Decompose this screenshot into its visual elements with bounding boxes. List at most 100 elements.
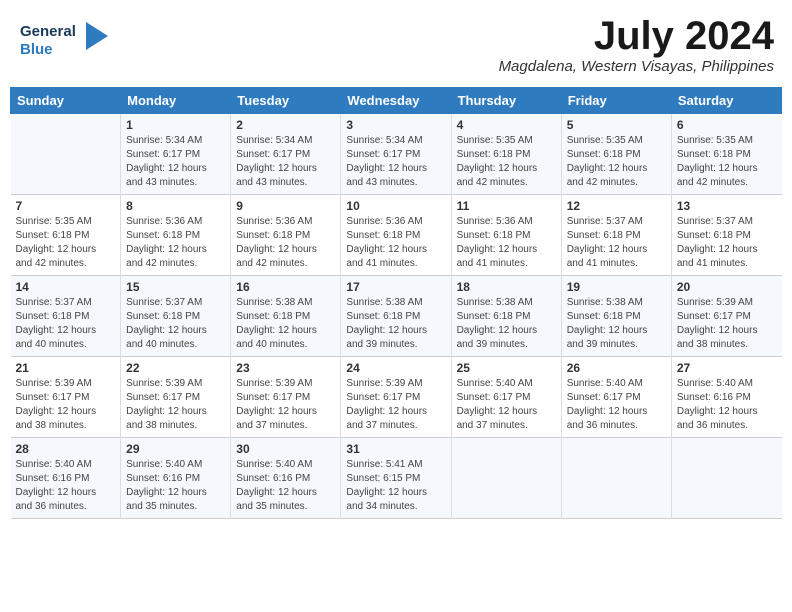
calendar-cell: 22 Sunrise: 5:39 AMSunset: 6:17 PMDayligh… (121, 357, 231, 438)
day-number: 12 (567, 199, 666, 213)
day-number: 10 (346, 199, 445, 213)
day-number: 11 (457, 199, 556, 213)
calendar-cell: 16 Sunrise: 5:38 AMSunset: 6:18 PMDayligh… (231, 276, 341, 357)
calendar-header: SundayMondayTuesdayWednesdayThursdayFrid… (11, 88, 782, 114)
day-info: Sunrise: 5:40 AMSunset: 6:16 PMDaylight:… (677, 377, 777, 433)
logo: General Blue (18, 14, 108, 63)
calendar-cell: 3 Sunrise: 5:34 AMSunset: 6:17 PMDaylight… (341, 114, 451, 195)
day-info: Sunrise: 5:40 AMSunset: 6:17 PMDaylight:… (457, 377, 556, 433)
day-info: Sunrise: 5:40 AMSunset: 6:16 PMDaylight:… (236, 458, 335, 514)
location: Magdalena, Western Visayas, Philippines (499, 58, 774, 75)
day-info: Sunrise: 5:37 AMSunset: 6:18 PMDaylight:… (567, 215, 666, 271)
day-info: Sunrise: 5:39 AMSunset: 6:17 PMDaylight:… (236, 377, 335, 433)
calendar-table: SundayMondayTuesdayWednesdayThursdayFrid… (10, 87, 782, 519)
column-header-saturday: Saturday (671, 88, 781, 114)
day-number: 26 (567, 361, 666, 375)
calendar-cell: 4 Sunrise: 5:35 AMSunset: 6:18 PMDaylight… (451, 114, 561, 195)
logo-icon: General Blue (18, 14, 108, 58)
day-info: Sunrise: 5:40 AMSunset: 6:17 PMDaylight:… (567, 377, 666, 433)
calendar-cell: 24Sunrise: 5:39 AMSunset: 6:17 PMDayligh… (341, 357, 451, 438)
calendar-cell: 1 Sunrise: 5:34 AMSunset: 6:17 PMDaylight… (121, 114, 231, 195)
calendar-cell: 5 Sunrise: 5:35 AMSunset: 6:18 PMDaylight… (561, 114, 671, 195)
calendar-cell: 28 Sunrise: 5:40 AMSunset: 6:16 PMDayligh… (11, 438, 121, 519)
day-info: Sunrise: 5:36 AMSunset: 6:18 PMDaylight:… (457, 215, 556, 271)
day-info: Sunrise: 5:37 AMSunset: 6:18 PMDaylight:… (126, 296, 225, 352)
day-number: 9 (236, 199, 335, 213)
calendar-cell: 17 Sunrise: 5:38 AMSunset: 6:18 PMDayligh… (341, 276, 451, 357)
page-header: General Blue July 2024 Magdalena, Wester… (10, 10, 782, 79)
column-header-thursday: Thursday (451, 88, 561, 114)
calendar-cell: 2 Sunrise: 5:34 AMSunset: 6:17 PMDaylight… (231, 114, 341, 195)
day-number: 6 (677, 118, 777, 132)
calendar-cell: 7Sunrise: 5:35 AMSunset: 6:18 PMDaylight… (11, 195, 121, 276)
day-number: 31 (346, 442, 445, 456)
day-number: 3 (346, 118, 445, 132)
calendar-cell: 8 Sunrise: 5:36 AMSunset: 6:18 PMDaylight… (121, 195, 231, 276)
day-number: 2 (236, 118, 335, 132)
column-header-tuesday: Tuesday (231, 88, 341, 114)
calendar-cell: 25 Sunrise: 5:40 AMSunset: 6:17 PMDayligh… (451, 357, 561, 438)
day-number: 14 (16, 280, 116, 294)
day-info: Sunrise: 5:40 AMSunset: 6:16 PMDaylight:… (126, 458, 225, 514)
day-info: Sunrise: 5:34 AMSunset: 6:17 PMDaylight:… (126, 134, 225, 190)
day-number: 29 (126, 442, 225, 456)
day-number: 18 (457, 280, 556, 294)
week-row-2: 7Sunrise: 5:35 AMSunset: 6:18 PMDaylight… (11, 195, 782, 276)
calendar-cell: 31Sunrise: 5:41 AMSunset: 6:15 PMDayligh… (341, 438, 451, 519)
day-info: Sunrise: 5:34 AMSunset: 6:17 PMDaylight:… (346, 134, 445, 190)
calendar-cell: 13Sunrise: 5:37 AMSunset: 6:18 PMDayligh… (671, 195, 781, 276)
calendar-cell: 21Sunrise: 5:39 AMSunset: 6:17 PMDayligh… (11, 357, 121, 438)
calendar-cell: 20 Sunrise: 5:39 AMSunset: 6:17 PMDayligh… (671, 276, 781, 357)
day-info: Sunrise: 5:38 AMSunset: 6:18 PMDaylight:… (346, 296, 445, 352)
day-info: Sunrise: 5:35 AMSunset: 6:18 PMDaylight:… (677, 134, 777, 190)
day-info: Sunrise: 5:35 AMSunset: 6:18 PMDaylight:… (567, 134, 666, 190)
day-number: 20 (677, 280, 777, 294)
day-info: Sunrise: 5:37 AMSunset: 6:18 PMDaylight:… (677, 215, 777, 271)
calendar-cell (671, 438, 781, 519)
calendar-cell: 14 Sunrise: 5:37 AMSunset: 6:18 PMDayligh… (11, 276, 121, 357)
calendar-cell: 26 Sunrise: 5:40 AMSunset: 6:17 PMDayligh… (561, 357, 671, 438)
calendar-cell: 18 Sunrise: 5:38 AMSunset: 6:18 PMDayligh… (451, 276, 561, 357)
day-info: Sunrise: 5:39 AMSunset: 6:17 PMDaylight:… (677, 296, 777, 352)
day-number: 16 (236, 280, 335, 294)
day-info: Sunrise: 5:38 AMSunset: 6:18 PMDaylight:… (457, 296, 556, 352)
day-info: Sunrise: 5:40 AMSunset: 6:16 PMDaylight:… (16, 458, 116, 514)
title-block: July 2024 Magdalena, Western Visayas, Ph… (499, 14, 774, 75)
svg-text:General: General (20, 23, 76, 40)
day-number: 1 (126, 118, 225, 132)
week-row-4: 21 Sunrise: 5:39 AMSunset: 6:17 PMDayligh… (11, 357, 782, 438)
day-info: Sunrise: 5:37 AMSunset: 6:18 PMDaylight:… (16, 296, 116, 352)
column-header-wednesday: Wednesday (341, 88, 451, 114)
day-info: Sunrise: 5:36 AMSunset: 6:18 PMDaylight:… (236, 215, 335, 271)
day-number: 27 (677, 361, 777, 375)
day-number: 30 (236, 442, 335, 456)
calendar-cell: 9 Sunrise: 5:36 AMSunset: 6:18 PMDaylight… (231, 195, 341, 276)
day-number: 28 (16, 442, 116, 456)
calendar-cell: 6 Sunrise: 5:35 AMSunset: 6:18 PMDaylight… (671, 114, 781, 195)
day-number: 25 (457, 361, 556, 375)
day-info: Sunrise: 5:36 AMSunset: 6:18 PMDaylight:… (126, 215, 225, 271)
column-header-monday: Monday (121, 88, 231, 114)
day-number: 5 (567, 118, 666, 132)
day-number: 21 (16, 361, 116, 375)
day-info: Sunrise: 5:38 AMSunset: 6:18 PMDaylight:… (236, 296, 335, 352)
calendar-cell: 10Sunrise: 5:36 AMSunset: 6:18 PMDayligh… (341, 195, 451, 276)
day-info: Sunrise: 5:38 AMSunset: 6:18 PMDaylight:… (567, 296, 666, 352)
day-info: Sunrise: 5:39 AMSunset: 6:17 PMDaylight:… (126, 377, 225, 433)
day-number: 4 (457, 118, 556, 132)
calendar-cell: 29 Sunrise: 5:40 AMSunset: 6:16 PMDayligh… (121, 438, 231, 519)
column-header-sunday: Sunday (11, 88, 121, 114)
day-info: Sunrise: 5:35 AMSunset: 6:18 PMDaylight:… (457, 134, 556, 190)
svg-text:Blue: Blue (20, 41, 53, 58)
day-number: 8 (126, 199, 225, 213)
calendar-cell: 11 Sunrise: 5:36 AMSunset: 6:18 PMDayligh… (451, 195, 561, 276)
day-number: 7 (16, 199, 116, 213)
day-info: Sunrise: 5:34 AMSunset: 6:17 PMDaylight:… (236, 134, 335, 190)
column-header-friday: Friday (561, 88, 671, 114)
calendar-cell: 27 Sunrise: 5:40 AMSunset: 6:16 PMDayligh… (671, 357, 781, 438)
week-row-5: 28 Sunrise: 5:40 AMSunset: 6:16 PMDayligh… (11, 438, 782, 519)
week-row-1: 1 Sunrise: 5:34 AMSunset: 6:17 PMDaylight… (11, 114, 782, 195)
day-number: 22 (126, 361, 225, 375)
day-number: 17 (346, 280, 445, 294)
calendar-cell: 23Sunrise: 5:39 AMSunset: 6:17 PMDayligh… (231, 357, 341, 438)
